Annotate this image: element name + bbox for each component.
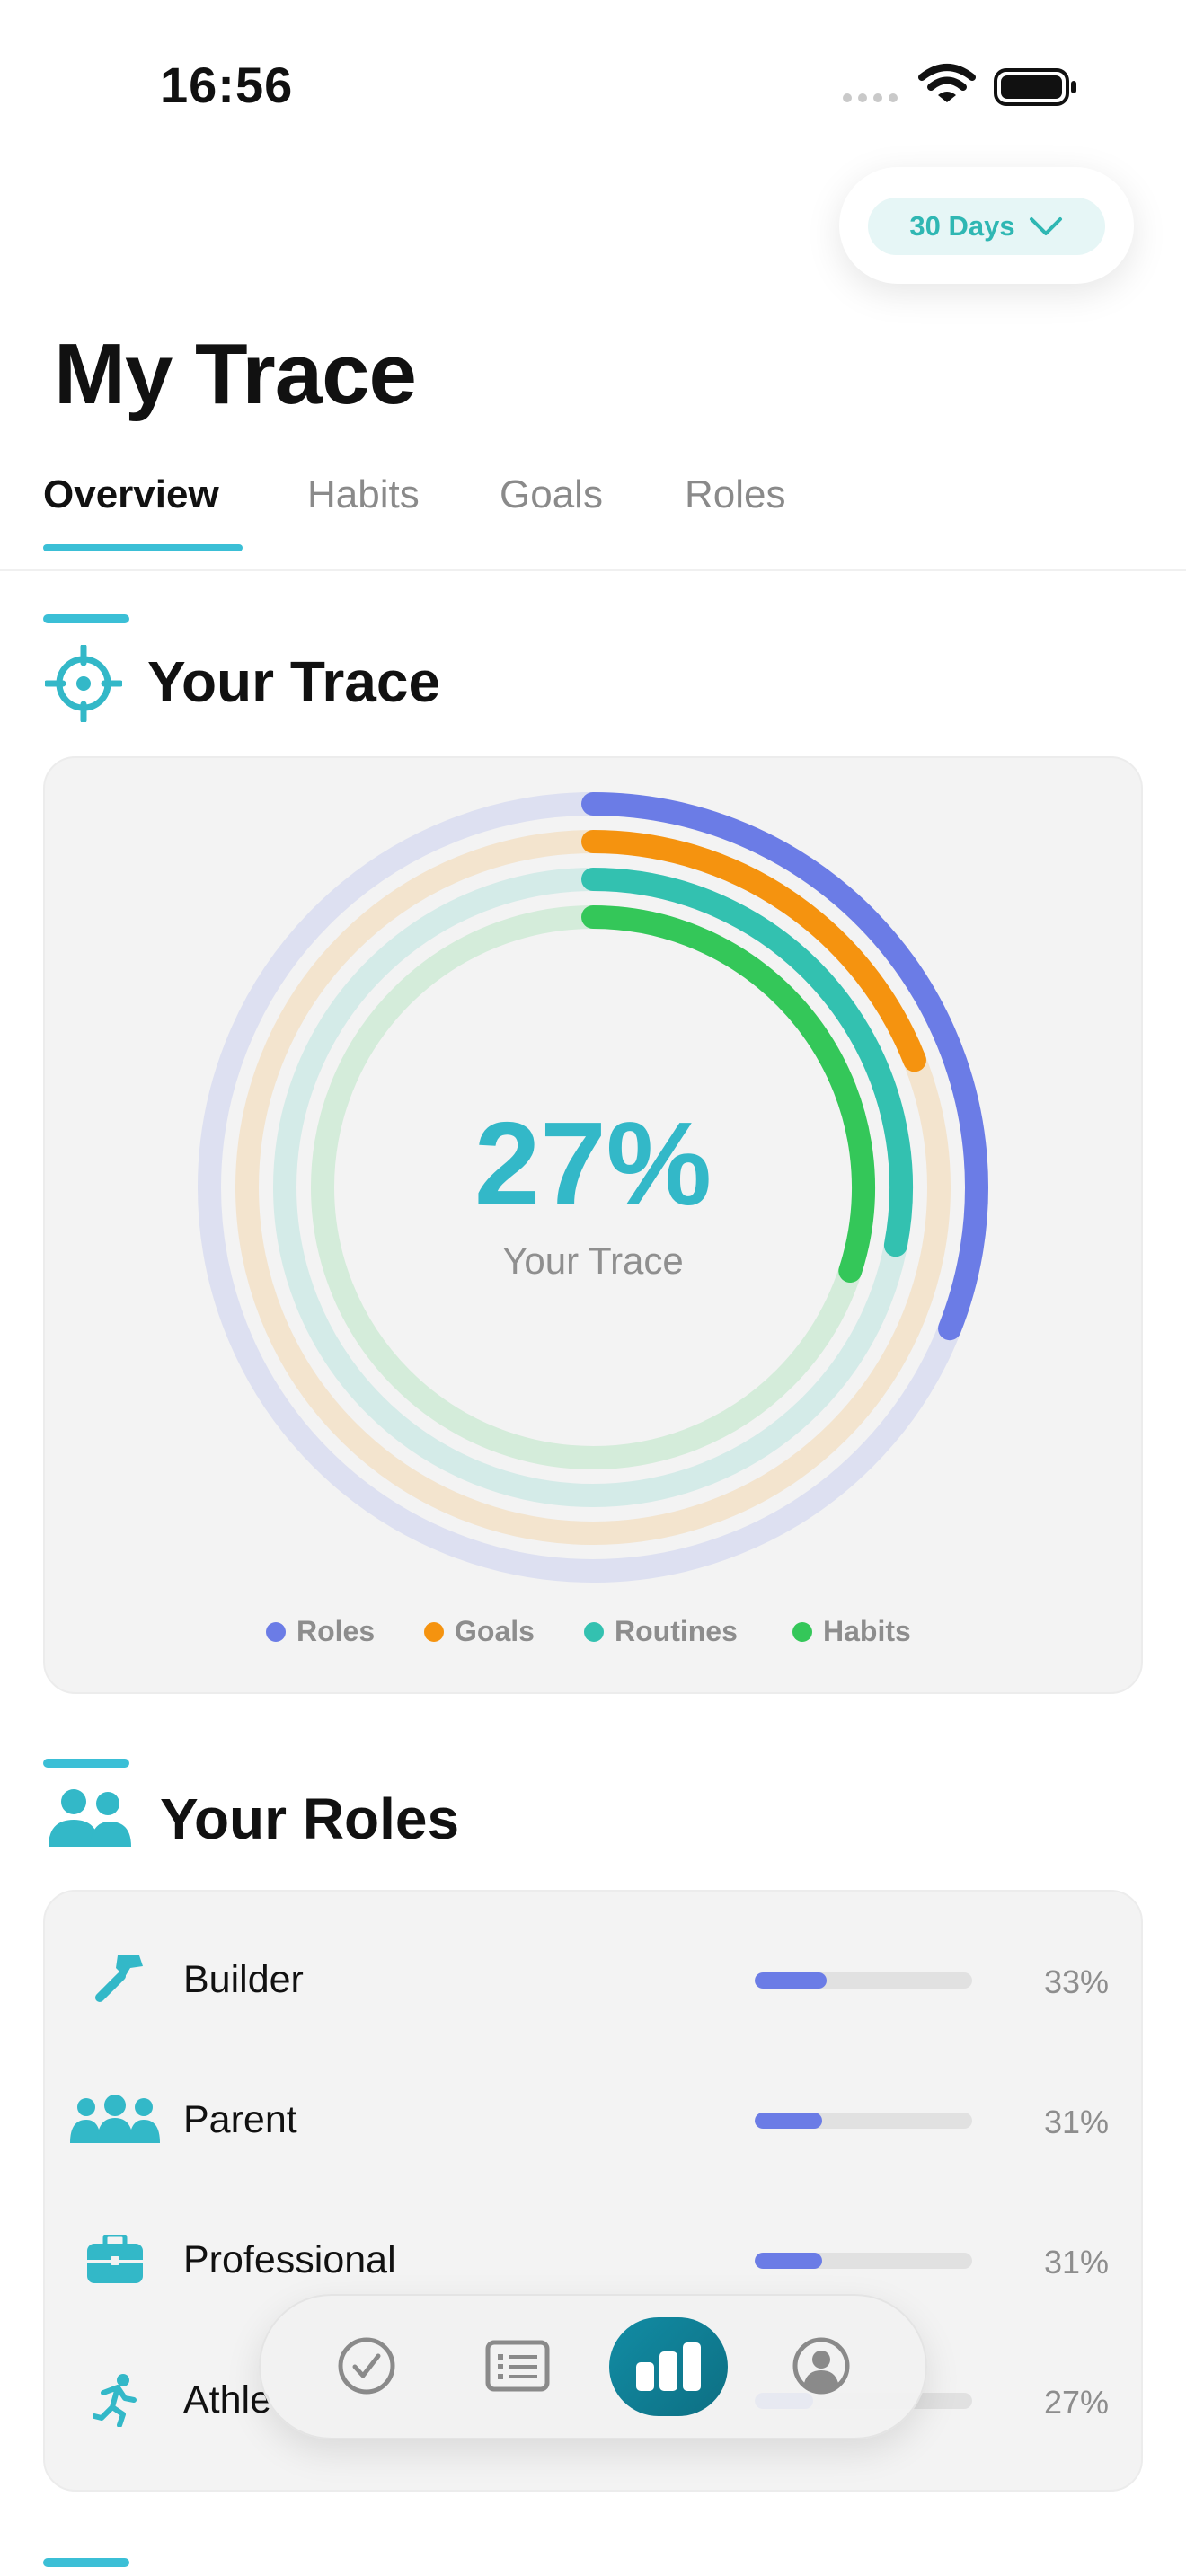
- legend-routines: Routines: [584, 1615, 738, 1648]
- legend-habits-label: Habits: [823, 1615, 911, 1647]
- legend-habits: Habits: [792, 1615, 911, 1648]
- legend-goals-label: Goals: [455, 1615, 535, 1647]
- legend-habits-dot: [792, 1621, 812, 1642]
- hammer-icon: [70, 1944, 160, 2016]
- list-icon: [485, 2340, 550, 2392]
- briefcase-icon: [70, 2224, 160, 2296]
- legend-routines-label: Routines: [615, 1615, 738, 1647]
- legend-routines-dot: [584, 1621, 604, 1642]
- role-progress-bar: [755, 2113, 972, 2129]
- legend-roles-label: Roles: [296, 1615, 376, 1647]
- profile-icon: [792, 2337, 850, 2395]
- trace-rings-chart: [198, 792, 988, 1583]
- role-name: Parent: [183, 2098, 297, 2141]
- check-icon: [338, 2337, 395, 2395]
- role-percent: 31%: [1043, 2104, 1109, 2140]
- legend-goals-dot: [424, 1621, 444, 1642]
- role-percent: 27%: [1043, 2384, 1109, 2421]
- section-accent-bar: [43, 2558, 129, 2567]
- role-progress-bar: [755, 2253, 972, 2269]
- role-progress-bar: [755, 1972, 972, 1989]
- nav-list-button[interactable]: [473, 2321, 562, 2411]
- role-name: Professional: [183, 2238, 396, 2281]
- nav-profile-button[interactable]: [776, 2321, 866, 2411]
- roles-section-title: Your Roles: [160, 1786, 460, 1851]
- role-progress-fill: [755, 2253, 823, 2269]
- role-percent: 33%: [1043, 1963, 1109, 2000]
- family-icon: [70, 2084, 160, 2156]
- nav-stats-button[interactable]: [609, 2317, 728, 2416]
- trace-center-label: Your Trace: [502, 1239, 684, 1282]
- people-icon: [47, 1787, 133, 1853]
- stats-icon: [636, 2342, 701, 2391]
- role-name: Builder: [183, 1958, 304, 2001]
- nav-check-button[interactable]: [322, 2321, 412, 2411]
- role-progress-fill: [755, 2113, 823, 2129]
- legend-roles: Roles: [266, 1615, 375, 1648]
- legend-goals: Goals: [424, 1615, 535, 1648]
- legend-roles-dot: [266, 1621, 286, 1642]
- section-accent-bar: [43, 1759, 129, 1768]
- role-name: Athle: [183, 2378, 272, 2422]
- runner-icon: [70, 2364, 160, 2436]
- trace-percent: 27%: [474, 1098, 712, 1230]
- role-percent: 31%: [1043, 2244, 1109, 2280]
- role-progress-fill: [755, 1972, 827, 1989]
